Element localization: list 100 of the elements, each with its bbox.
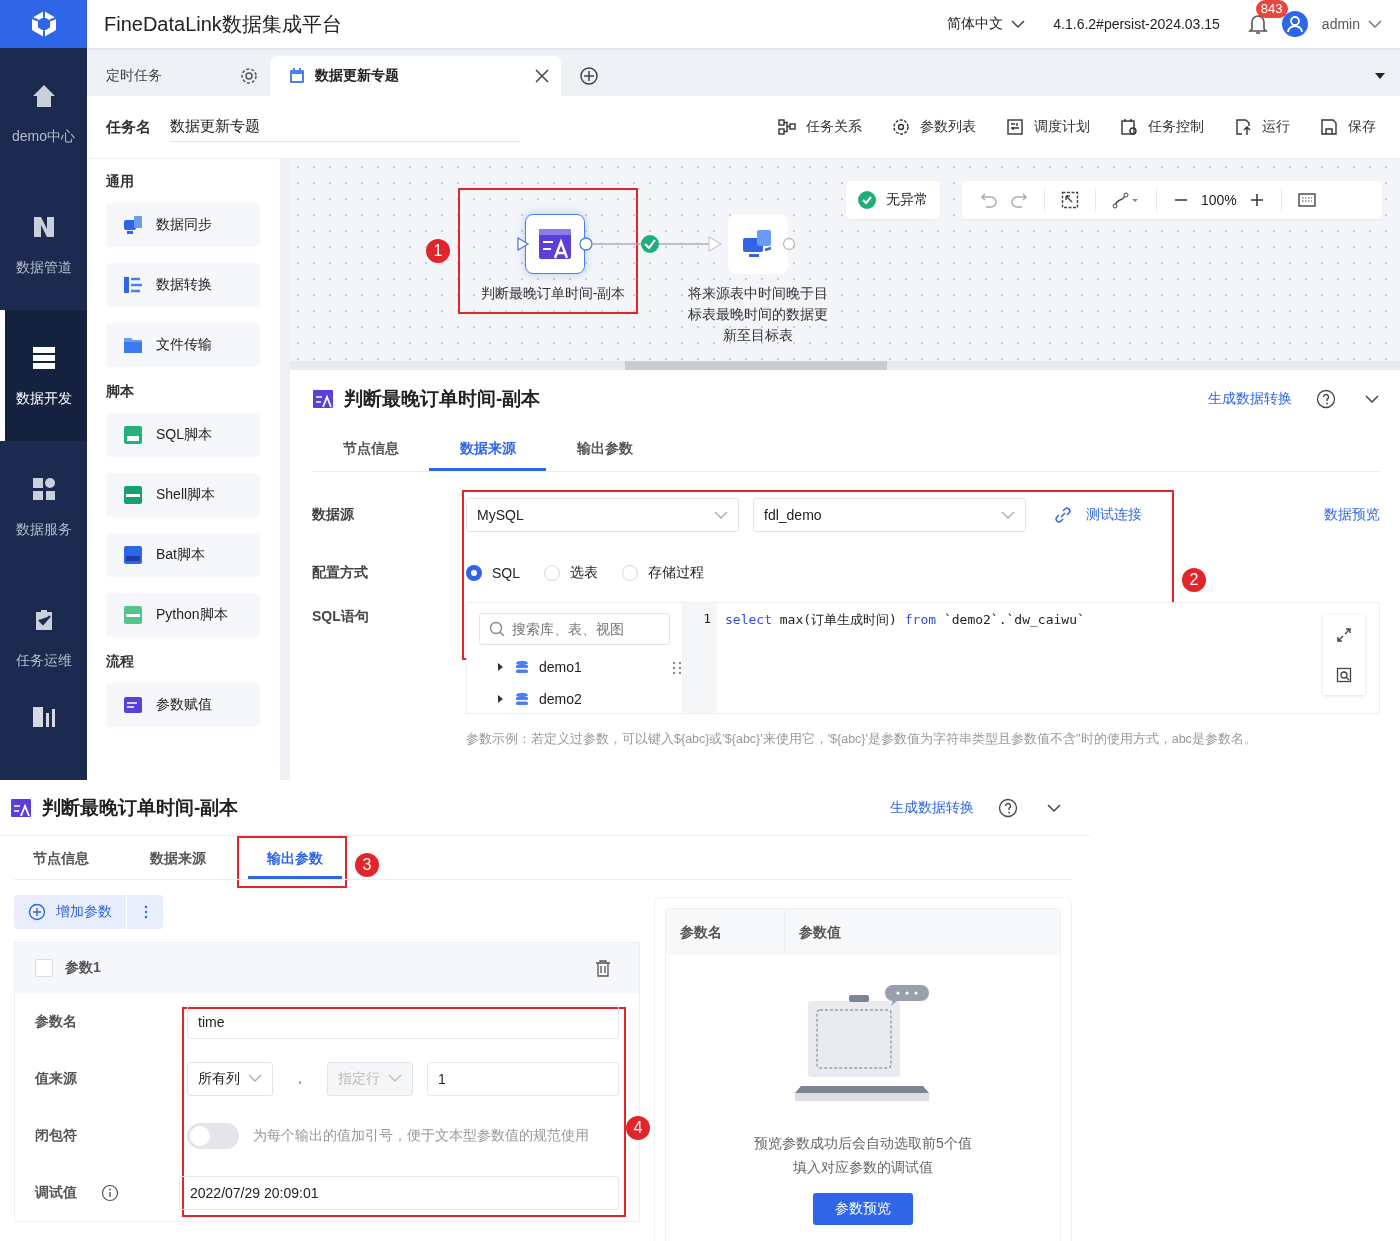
empty-state-text: 预览参数成功后会自动选取前5个值 <box>754 1134 972 1153</box>
flow-node[interactable] <box>525 214 585 274</box>
chart-icon[interactable] <box>30 705 57 727</box>
calendar-icon <box>289 68 305 84</box>
avatar-icon[interactable] <box>1281 11 1308 37</box>
help-icon[interactable] <box>1316 389 1336 409</box>
tree-item[interactable]: demo1 <box>479 651 670 683</box>
add-tab-icon[interactable] <box>579 66 599 86</box>
test-connection-link[interactable]: 测试连接 <box>1086 506 1142 524</box>
node-title: 判断最晚订单时间-副本 <box>42 795 239 820</box>
line-number: 1 <box>703 611 711 626</box>
field-label: 闭包符 <box>35 1126 78 1145</box>
task-tab[interactable]: 定时任务 <box>87 56 270 96</box>
more-icon[interactable] <box>143 905 149 919</box>
nav-item[interactable]: demo中心 <box>0 48 87 179</box>
hint-text: 参数示例：若定义过参数，可以键入${abc}或'${abc}'来使用它，'${abc}'是参数值为字符串类型且参数值不含''时的使用方式，abc是参数名。 <box>466 731 1258 748</box>
toolbar-button[interactable]: 运行 <box>1234 118 1290 136</box>
notification-badge: 843 <box>1255 0 1288 18</box>
component-item[interactable]: 数据转换 <box>106 263 260 307</box>
toolbar-button[interactable]: 任务控制 <box>1120 118 1204 136</box>
nav-item[interactable]: 数据开发 <box>0 310 87 441</box>
annotation-badge: 2 <box>1182 568 1206 592</box>
detail-tab[interactable]: 输出参数 <box>248 840 342 879</box>
user-menu[interactable]: admin <box>1321 16 1382 32</box>
preview-button[interactable]: 参数预览 <box>813 1193 913 1225</box>
data-preview-link[interactable]: 数据预览 <box>1324 506 1380 524</box>
info-icon[interactable] <box>101 1183 119 1202</box>
close-icon[interactable] <box>535 69 549 83</box>
bell-icon[interactable] <box>1247 13 1268 35</box>
control-icon <box>1120 118 1138 136</box>
toggle-switch[interactable] <box>187 1122 239 1149</box>
detail-tab[interactable]: 数据来源 <box>429 428 546 471</box>
field-label: 数据源 <box>312 506 355 524</box>
delete-icon[interactable] <box>595 959 611 977</box>
tree-item[interactable]: demo2 <box>479 683 670 713</box>
toolbar-button[interactable]: 任务关系 <box>778 118 862 136</box>
caret-icon[interactable] <box>495 662 505 672</box>
language-dropdown[interactable]: 简体中文 <box>947 15 1026 33</box>
layout-icon[interactable] <box>1112 191 1140 209</box>
chevron-down-icon <box>1011 19 1026 29</box>
settings-icon[interactable] <box>240 67 258 85</box>
save-icon <box>1320 118 1338 136</box>
chevron-down-icon <box>714 510 728 520</box>
flow-node[interactable] <box>728 214 788 274</box>
link-icon[interactable] <box>1054 506 1072 524</box>
run-icon <box>1234 118 1252 136</box>
keyboard-icon[interactable] <box>1297 193 1316 207</box>
component-item[interactable]: 数据同步 <box>106 203 260 247</box>
search-field[interactable]: 搜索库、表、视图 <box>479 613 670 645</box>
nav-item[interactable]: 数据服务 <box>0 441 87 572</box>
expand-icon[interactable] <box>1336 627 1352 643</box>
detail-tab[interactable]: 节点信息 <box>312 428 429 471</box>
collapse-icon[interactable] <box>1364 394 1380 404</box>
group-heading: 脚本 <box>106 383 135 401</box>
component-item[interactable]: Bat脚本 <box>106 533 260 577</box>
field-label: SQL语句 <box>312 608 370 626</box>
scrollbar-thumb[interactable] <box>625 361 887 370</box>
annotation-badge: 3 <box>355 853 379 877</box>
collapse-icon[interactable] <box>1046 802 1062 813</box>
task-tab[interactable]: 数据更新专题 <box>270 56 561 96</box>
nav-item[interactable]: 数据管道 <box>0 179 87 310</box>
component-item[interactable]: 参数赋值 <box>106 683 260 727</box>
generate-link[interactable]: 生成数据转换 <box>890 798 974 817</box>
component-item[interactable]: Python脚本 <box>106 593 260 637</box>
group-heading: 通用 <box>106 173 135 191</box>
parameter-title: 参数1 <box>65 959 101 977</box>
field-label: 配置方式 <box>312 564 369 582</box>
drag-handle-icon[interactable] <box>672 660 682 676</box>
checkbox[interactable] <box>35 959 53 977</box>
toolbar-button[interactable]: 参数列表 <box>892 118 976 136</box>
database-select[interactable]: fdl_demo <box>753 498 1026 532</box>
detail-tab[interactable]: 输出参数 <box>546 428 663 471</box>
parameter-name-input[interactable]: time <box>187 1004 619 1039</box>
toolbar-button[interactable]: 保存 <box>1320 118 1376 136</box>
detail-tab[interactable]: 数据来源 <box>131 840 225 879</box>
component-item[interactable]: SQL脚本 <box>106 413 260 457</box>
add-parameter-button[interactable]: 增加参数 <box>28 895 127 929</box>
dropdown-icon[interactable] <box>1374 72 1386 80</box>
output-port-icon <box>782 237 796 251</box>
row-number-input[interactable]: 1 <box>427 1061 619 1096</box>
toolbar-button[interactable]: 调度计划 <box>1006 118 1090 136</box>
generate-link[interactable]: 生成数据转换 <box>1208 390 1292 408</box>
task-name-input[interactable]: 数据更新专题 <box>170 112 520 142</box>
radio-option[interactable]: 存储过程 <box>622 564 704 582</box>
component-item[interactable]: Shell脚本 <box>106 473 260 517</box>
chevron-down-icon <box>248 1074 262 1083</box>
fit-view-icon[interactable] <box>1061 191 1079 209</box>
help-icon[interactable] <box>998 797 1018 818</box>
zoom-in-icon[interactable] <box>1248 192 1265 208</box>
radio-option[interactable]: SQL <box>466 565 520 581</box>
radio-option[interactable]: 选表 <box>544 564 598 582</box>
nav-item[interactable]: 任务运维 <box>0 572 87 703</box>
detail-tab[interactable]: 节点信息 <box>14 840 108 879</box>
component-item[interactable]: 文件传输 <box>106 323 260 367</box>
source-type-select[interactable]: MySQL <box>466 498 739 532</box>
database-icon <box>515 660 529 674</box>
debug-value-input[interactable]: 2022/07/29 20:09:01 <box>179 1175 619 1210</box>
column-select[interactable]: 所有列 <box>187 1061 273 1096</box>
preview-icon[interactable] <box>1336 667 1352 683</box>
caret-icon[interactable] <box>495 694 505 704</box>
